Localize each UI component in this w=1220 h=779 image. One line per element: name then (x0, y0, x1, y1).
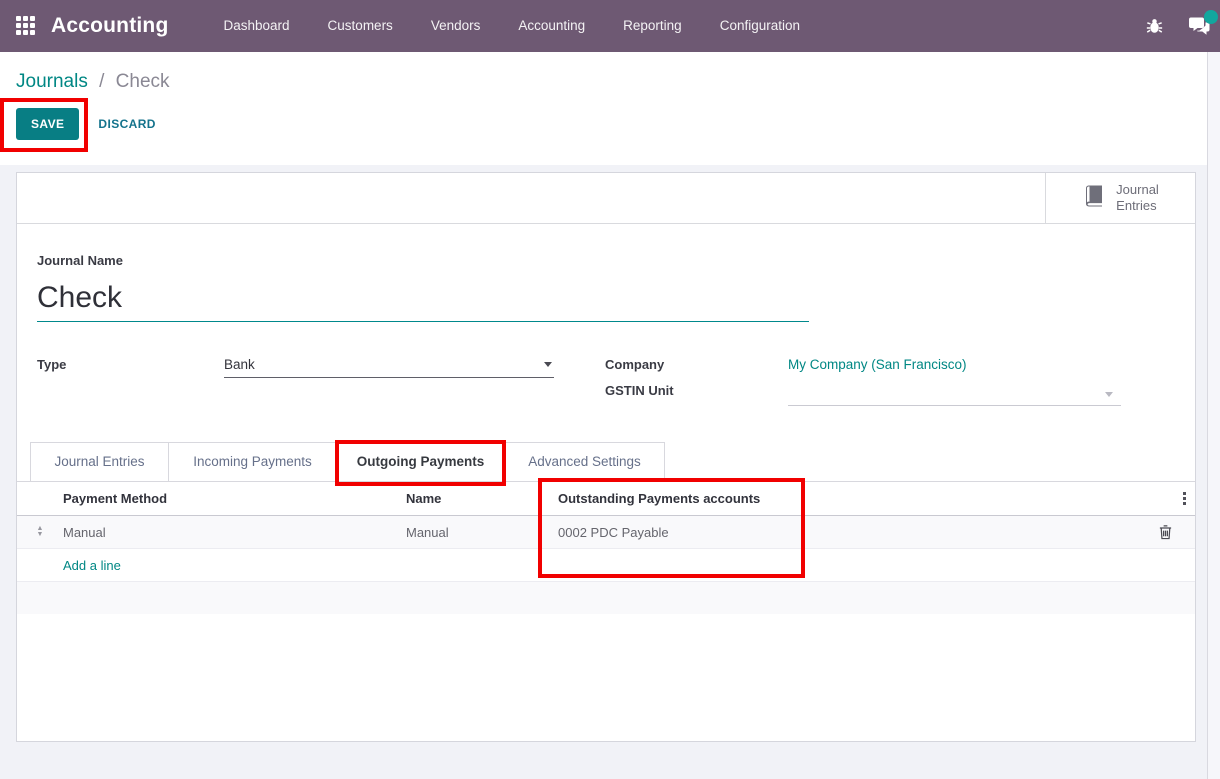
dropdown-caret-icon (544, 362, 552, 367)
journal-name-label: Journal Name (37, 253, 1175, 268)
edit-actions: SAVE DISCARD (16, 108, 1220, 140)
apps-grid-icon[interactable] (16, 16, 37, 37)
payment-methods-table: Payment Method Name Outstanding Payments… (17, 482, 1195, 614)
breadcrumb: Journals / Check (16, 71, 1220, 93)
column-header-outstanding-accounts[interactable]: Outstanding Payments accounts (558, 491, 1135, 506)
add-line-row: Add a line (17, 549, 1195, 582)
journal-entries-stat-button[interactable]: Journal Entries (1045, 173, 1195, 223)
notebook-tab-strip: Journal Entries Incoming Payments Outgoi… (17, 442, 1195, 482)
company-value-link[interactable]: My Company (San Francisco) (788, 357, 1121, 372)
delete-row-trash-icon[interactable] (1158, 524, 1173, 540)
debug-bug-icon[interactable] (1146, 17, 1163, 35)
tab-incoming-payments[interactable]: Incoming Payments (168, 443, 336, 481)
content-area: Journal Entries Journal Name Check Type … (0, 172, 1220, 742)
field-group-right: Company My Company (San Francisco) GSTIN… (605, 357, 1121, 406)
save-button[interactable]: SAVE (16, 108, 79, 140)
table-row: ▲▼ Manual Manual 0002 PDC Payable (17, 516, 1195, 549)
table-header-row: Payment Method Name Outstanding Payments… (17, 482, 1195, 516)
dropdown-caret-icon (1105, 392, 1113, 397)
discard-button[interactable]: DISCARD (98, 117, 155, 131)
column-header-payment-method[interactable]: Payment Method (63, 491, 406, 506)
cell-name[interactable]: Manual (406, 525, 558, 540)
app-title[interactable]: Accounting (51, 14, 169, 38)
drag-handle-icon[interactable]: ▲▼ (37, 526, 44, 538)
menu-configuration[interactable]: Configuration (701, 0, 819, 52)
tab-advanced-settings[interactable]: Advanced Settings (504, 443, 665, 481)
menu-vendors[interactable]: Vendors (412, 0, 500, 52)
menu-reporting[interactable]: Reporting (604, 0, 701, 52)
type-value: Bank (224, 357, 255, 372)
company-label: Company (605, 357, 788, 372)
menu-accounting[interactable]: Accounting (499, 0, 604, 52)
cell-payment-method[interactable]: Manual (63, 525, 406, 540)
empty-stripe-row (17, 582, 1195, 614)
journal-name-input[interactable]: Check (37, 280, 809, 322)
menu-dashboard[interactable]: Dashboard (205, 0, 309, 52)
gstin-unit-label: GSTIN Unit (605, 383, 788, 398)
add-a-line-link[interactable]: Add a line (63, 558, 121, 573)
notification-badge (1204, 10, 1218, 24)
tab-journal-entries[interactable]: Journal Entries (30, 443, 168, 481)
optional-columns-kebab-icon[interactable] (1183, 492, 1186, 505)
form-sheet: Journal Name Check Type Bank Company My … (17, 224, 1195, 614)
stat-button-box: Journal Entries (17, 173, 1195, 224)
top-navbar: Accounting Dashboard Customers Vendors A… (0, 0, 1220, 52)
breadcrumb-current: Check (116, 71, 170, 92)
gstin-unit-select[interactable] (788, 383, 1121, 406)
breadcrumb-journals-link[interactable]: Journals (16, 71, 88, 92)
page-scrollbar[interactable] (1207, 52, 1220, 779)
notebook-tabs: Journal Entries Incoming Payments Outgoi… (30, 442, 665, 481)
stat-button-label: Journal Entries (1116, 182, 1159, 215)
fields-row: Type Bank Company My Company (San Franci… (37, 357, 1175, 406)
book-icon (1082, 184, 1106, 212)
control-panel: Journals / Check SAVE DISCARD (0, 52, 1220, 165)
journal-form-card: Journal Entries Journal Name Check Type … (16, 172, 1196, 742)
messages-chat-icon[interactable] (1189, 17, 1210, 36)
type-select[interactable]: Bank (224, 357, 554, 378)
top-menu: Dashboard Customers Vendors Accounting R… (205, 0, 820, 52)
tab-outgoing-payments[interactable]: Outgoing Payments (336, 443, 504, 481)
type-label: Type (37, 357, 224, 372)
breadcrumb-separator: / (99, 71, 104, 92)
column-header-name[interactable]: Name (406, 491, 558, 506)
cell-outstanding-account[interactable]: 0002 PDC Payable (558, 525, 1135, 540)
field-group-left: Type Bank (37, 357, 554, 406)
menu-customers[interactable]: Customers (309, 0, 412, 52)
